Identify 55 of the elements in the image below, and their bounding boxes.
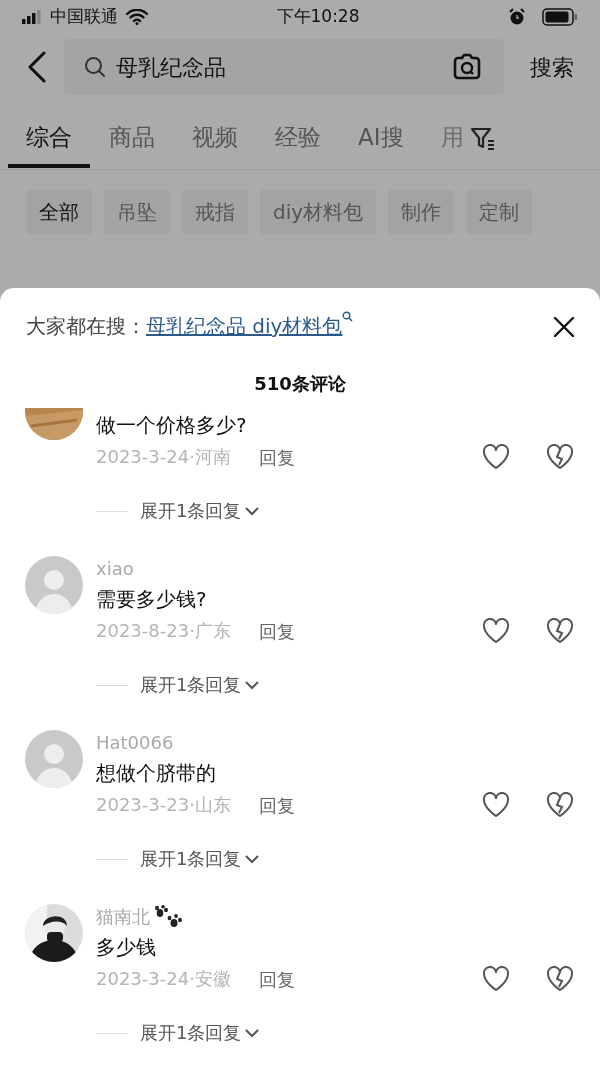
heart-icon[interactable] — [482, 618, 510, 644]
broken-heart-icon[interactable] — [546, 618, 574, 644]
chevron-down-icon — [245, 506, 260, 516]
reply-link[interactable]: 回复 — [258, 617, 482, 645]
broken-heart-icon[interactable] — [546, 444, 574, 470]
search-icon — [84, 56, 106, 78]
comment-date-location: 2023-8-23·广东 — [96, 619, 231, 643]
reply-link[interactable]: 回复 — [258, 791, 482, 819]
search-button[interactable]: 搜索 — [504, 50, 574, 84]
wifi-icon — [126, 9, 148, 25]
filter-chip[interactable]: 全部 — [26, 190, 92, 234]
back-button[interactable] — [26, 51, 48, 83]
comment-count: 510条评论 — [253, 372, 347, 396]
heart-icon[interactable] — [482, 792, 510, 818]
search-icon — [342, 311, 354, 322]
back-icon — [26, 51, 48, 83]
close-icon — [553, 315, 575, 338]
suggested-search-link[interactable]: 母乳纪念品 diy材料包 — [146, 311, 354, 341]
reply-link[interactable]: 回复 — [258, 443, 482, 471]
tab[interactable]: 综合 — [8, 110, 90, 168]
comment-text: 做一个价格多少? — [96, 412, 248, 439]
comment-text: 需要多少钱? — [96, 586, 208, 613]
expand-replies-button[interactable]: 展开1条回复 — [140, 844, 260, 874]
comment-text: 多少钱 — [96, 934, 157, 961]
comment-date-location: 2023-3-24·安徽 — [96, 967, 231, 991]
battery-icon — [542, 8, 578, 26]
expand-replies-button[interactable]: 展开1条回复 — [140, 496, 260, 526]
expand-replies-button[interactable]: 展开1条回复 — [140, 1018, 260, 1048]
expand-replies-button[interactable]: 展开1条回复 — [140, 670, 260, 700]
chevron-down-icon — [245, 1028, 260, 1038]
broken-heart-icon[interactable] — [546, 792, 574, 818]
comment-date-location: 2023-3-24·河南 — [96, 445, 231, 469]
camera-icon[interactable] — [452, 53, 482, 81]
clock-time: 下午10:28 — [275, 5, 361, 29]
comment-date-location: 2023-3-23·山东 — [96, 793, 231, 817]
filter-chip[interactable]: 吊坠 — [104, 190, 170, 234]
chevron-down-icon — [245, 680, 260, 690]
close-button[interactable] — [553, 314, 575, 338]
suggestion-label: 大家都在搜： — [26, 313, 146, 340]
chevron-down-icon — [245, 854, 260, 864]
filter-icon[interactable] — [469, 126, 496, 152]
signal-icon — [22, 10, 42, 24]
carrier-name: 中国联通 — [50, 5, 118, 29]
heart-icon[interactable] — [482, 966, 510, 992]
comment-text: 想做个脐带的 — [96, 760, 217, 787]
alarm-clock-icon — [508, 8, 526, 26]
reply-link[interactable]: 回复 — [258, 965, 482, 993]
tab[interactable]: 商品 — [109, 110, 155, 168]
search-field[interactable]: 母乳纪念品 — [64, 39, 504, 95]
tab[interactable]: AI搜 — [358, 110, 404, 168]
search-input[interactable]: 母乳纪念品 — [114, 49, 444, 85]
tab[interactable]: 经验 — [275, 110, 321, 168]
broken-heart-icon[interactable] — [546, 966, 574, 992]
tab[interactable]: 视频 — [192, 110, 238, 168]
heart-icon[interactable] — [482, 444, 510, 470]
